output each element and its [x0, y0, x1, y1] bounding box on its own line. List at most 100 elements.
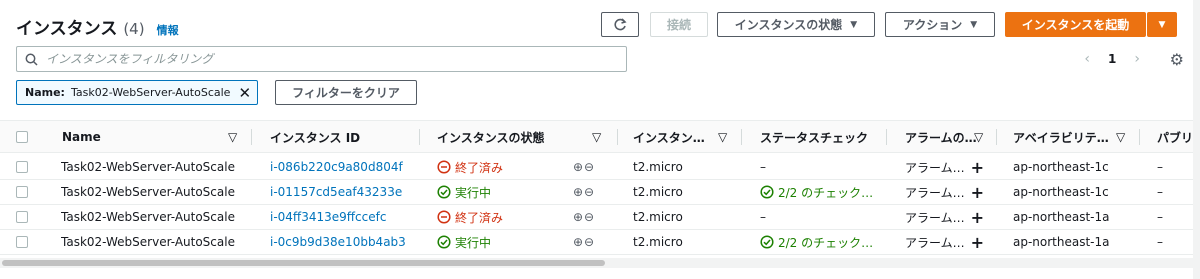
- instance-id-link[interactable]: i-01157cd5eaf43233e: [270, 180, 402, 204]
- availability-zone: ap-northeast-1a: [1013, 235, 1110, 249]
- info-link[interactable]: 情報: [157, 22, 179, 38]
- status-check: 2/2 のチェック…: [760, 180, 873, 204]
- clear-filters-button[interactable]: フィルターをクリア: [275, 80, 417, 105]
- availability-zone: ap-northeast-1c: [1013, 160, 1109, 174]
- stopped-icon: [437, 160, 451, 174]
- sort-icon[interactable]: ▽: [228, 121, 237, 153]
- add-alarm-icon[interactable]: +: [971, 208, 984, 227]
- table-row[interactable]: Task02-WebServer-AutoScale i-086b220c9a8…: [0, 155, 1200, 180]
- filter-token: Name: Task02-WebServer-AutoScale ✕: [16, 80, 259, 105]
- connect-button[interactable]: 接続: [650, 12, 708, 37]
- add-alarm-icon[interactable]: +: [971, 183, 984, 202]
- search-input[interactable]: [46, 52, 606, 66]
- select-all-checkbox[interactable]: [16, 131, 28, 143]
- instance-name: Task02-WebServer-AutoScale: [61, 185, 235, 199]
- horizontal-scrollbar-thumb[interactable]: [2, 260, 605, 266]
- row-checkbox[interactable]: [16, 186, 28, 198]
- caret-down-icon: ▼: [1158, 19, 1166, 30]
- column-divider: [741, 129, 742, 145]
- column-header-instance-type[interactable]: インスタン…: [633, 121, 705, 153]
- refresh-icon: [614, 17, 627, 30]
- table-row[interactable]: Task02-WebServer-AutoScale i-04ff3413e9f…: [0, 205, 1200, 230]
- vertical-scrollbar-track[interactable]: [1193, 0, 1200, 279]
- alarm-status: アラーム… +: [905, 157, 985, 177]
- column-header-instance-state[interactable]: インスタンスの状態: [437, 121, 545, 153]
- sort-icon[interactable]: ▽: [974, 121, 983, 153]
- prev-page-icon[interactable]: ‹: [1084, 51, 1090, 67]
- row-checkbox[interactable]: [16, 236, 28, 248]
- table-row[interactable]: Task02-WebServer-AutoScale i-01157cd5eaf…: [0, 180, 1200, 205]
- table-row[interactable]: Task02-WebServer-AutoScale i-0c9b9d38e10…: [0, 230, 1200, 255]
- table-header: Name ▽ インスタンス ID インスタンスの状態 ▽ インスタン… ▽ ステ…: [0, 120, 1200, 153]
- current-page[interactable]: 1: [1108, 52, 1116, 66]
- instance-id-link[interactable]: i-04ff3413e9ffccefc: [270, 205, 386, 229]
- instance-type: t2.micro: [633, 185, 683, 199]
- public-dns: –: [1157, 185, 1163, 199]
- instance-id-link[interactable]: i-0c9b9d38e10bb4ab3: [270, 230, 406, 254]
- remove-filter-icon[interactable]: ✕: [238, 84, 251, 102]
- zoom-icons[interactable]: ⊕⊖: [573, 180, 595, 204]
- pagination: ‹ 1 ›: [1084, 51, 1140, 67]
- column-divider: [617, 129, 618, 145]
- zoom-icons[interactable]: ⊕⊖: [573, 230, 595, 254]
- sort-icon[interactable]: ▽: [1116, 121, 1125, 153]
- column-header-status-check[interactable]: ステータスチェック: [760, 121, 868, 153]
- filter-key: Name:: [25, 86, 65, 99]
- instance-name: Task02-WebServer-AutoScale: [61, 235, 235, 249]
- instance-count: (4): [123, 20, 145, 38]
- column-divider: [886, 129, 887, 145]
- stopped-icon: [437, 210, 451, 224]
- public-dns: –: [1157, 160, 1163, 174]
- column-header-public[interactable]: パブリ: [1157, 121, 1193, 153]
- instance-state: 実行中: [437, 180, 491, 204]
- availability-zone: ap-northeast-1c: [1013, 185, 1109, 199]
- settings-gear-icon[interactable]: ⚙: [1170, 50, 1184, 69]
- page-header: インスタンス (4) 情報: [16, 14, 179, 39]
- instance-id-link[interactable]: i-086b220c9a80d804f: [270, 155, 403, 179]
- column-header-name[interactable]: Name: [62, 121, 101, 153]
- caret-down-icon: ▼: [970, 19, 978, 30]
- public-dns: –: [1157, 235, 1163, 249]
- caret-down-icon: ▼: [850, 19, 858, 30]
- alarm-status: アラーム… +: [905, 232, 985, 252]
- status-check: 2/2 のチェック…: [760, 230, 873, 254]
- launch-options-button[interactable]: ▼: [1147, 12, 1177, 37]
- instance-state: 実行中: [437, 230, 491, 254]
- column-divider: [1139, 129, 1140, 145]
- running-check-icon: [437, 185, 451, 199]
- instance-state-label: インスタンスの状態: [734, 18, 843, 32]
- instance-state: 終了済み: [437, 205, 503, 229]
- column-header-instance-id[interactable]: インスタンス ID: [270, 121, 360, 153]
- instance-state-dropdown[interactable]: インスタンスの状態 ▼: [717, 12, 875, 37]
- add-alarm-icon[interactable]: +: [971, 158, 984, 177]
- refresh-button[interactable]: [601, 12, 639, 37]
- row-checkbox[interactable]: [16, 211, 28, 223]
- zoom-icons[interactable]: ⊕⊖: [573, 205, 595, 229]
- sort-icon[interactable]: ▽: [718, 121, 727, 153]
- filter-search[interactable]: [16, 46, 627, 72]
- instance-type: t2.micro: [633, 160, 683, 174]
- actions-dropdown[interactable]: アクション ▼: [885, 12, 995, 37]
- instance-name: Task02-WebServer-AutoScale: [61, 160, 235, 174]
- launch-instances-button[interactable]: インスタンスを起動: [1005, 12, 1146, 37]
- zoom-icons[interactable]: ⊕⊖: [573, 155, 595, 179]
- status-check: –: [760, 210, 766, 224]
- next-page-icon[interactable]: ›: [1134, 51, 1140, 67]
- sort-icon[interactable]: ▽: [592, 121, 601, 153]
- alarm-status: アラーム… +: [905, 182, 985, 202]
- row-checkbox[interactable]: [16, 161, 28, 173]
- actions-label: アクション: [902, 18, 963, 32]
- column-divider: [419, 129, 420, 145]
- check-circle-icon: [760, 185, 774, 199]
- column-divider: [996, 129, 997, 145]
- instance-type: t2.micro: [633, 235, 683, 249]
- column-header-alarm[interactable]: アラームの…: [905, 121, 977, 153]
- running-check-icon: [437, 235, 451, 249]
- filter-value: Task02-WebServer-AutoScale: [70, 86, 231, 99]
- status-check: –: [760, 160, 766, 174]
- column-divider: [251, 129, 252, 145]
- add-alarm-icon[interactable]: +: [971, 233, 984, 252]
- search-icon: [25, 53, 38, 66]
- instance-name: Task02-WebServer-AutoScale: [61, 210, 235, 224]
- column-header-availability-zone[interactable]: アベイラビリテ…: [1013, 121, 1109, 153]
